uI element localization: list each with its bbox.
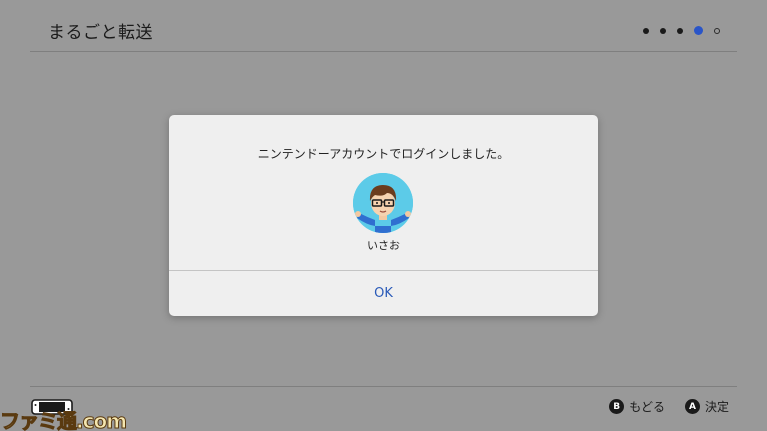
header-divider bbox=[30, 51, 737, 52]
watermark-logo: ファミ通.com bbox=[0, 409, 128, 431]
user-avatar bbox=[353, 173, 413, 233]
mii-avatar-icon bbox=[353, 173, 413, 233]
page-title: まるごと転送 bbox=[48, 23, 153, 43]
confirm-action[interactable]: A 決定 bbox=[684, 398, 729, 415]
footer-actions: B もどる A 決定 bbox=[609, 398, 729, 415]
step-indicator bbox=[643, 26, 720, 35]
transfer-screen: まるごと転送 ニンテンドーアカウントでログインしました。 いさお OK ファミ通… bbox=[0, 0, 767, 431]
login-success-dialog: ニンテンドーアカウントでログインしました。 いさお OK bbox=[169, 115, 598, 316]
step-dot-pending bbox=[714, 27, 720, 34]
step-dot-current bbox=[694, 26, 703, 35]
ok-button[interactable]: OK bbox=[169, 271, 598, 316]
footer-divider bbox=[30, 386, 737, 387]
back-label: もどる bbox=[629, 400, 665, 414]
b-button-icon: B bbox=[609, 399, 625, 414]
dialog-message: ニンテンドーアカウントでログインしました。 bbox=[257, 147, 510, 161]
step-dot-completed bbox=[643, 27, 649, 34]
confirm-label: 決定 bbox=[704, 400, 729, 414]
step-dot-completed bbox=[677, 27, 683, 34]
step-dot-completed bbox=[660, 27, 666, 34]
a-button-icon: A bbox=[684, 399, 700, 414]
back-action[interactable]: B もどる bbox=[609, 398, 665, 415]
user-name: いさお bbox=[367, 239, 400, 252]
